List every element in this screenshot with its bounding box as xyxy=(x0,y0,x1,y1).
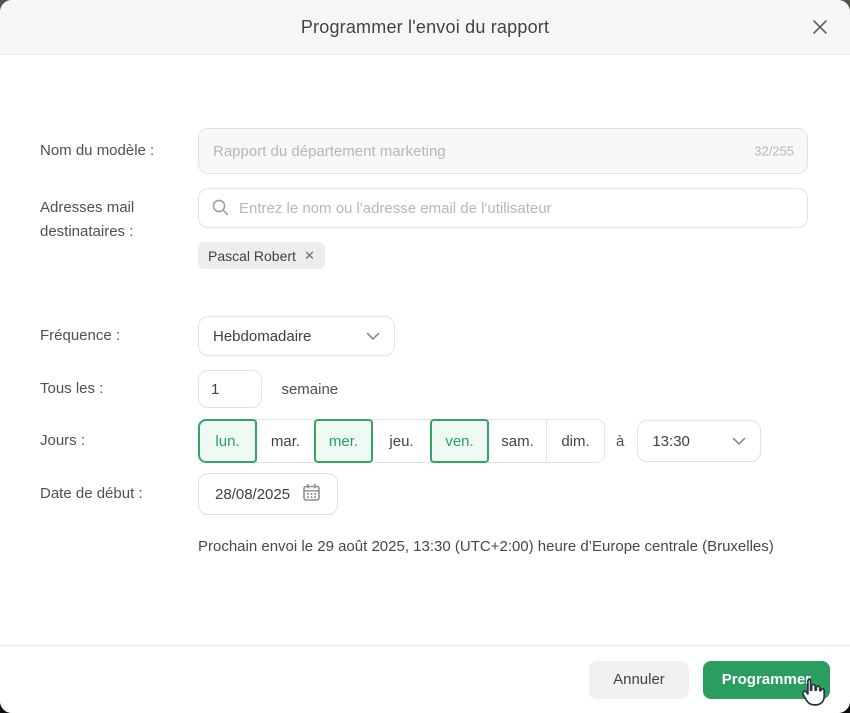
day-button-monday[interactable]: lun. xyxy=(198,419,257,463)
day-toggle-group: lun. mar. mer. jeu. ven. sam. dim. xyxy=(198,419,605,463)
calendar-icon xyxy=(302,483,321,506)
close-button[interactable] xyxy=(806,14,834,42)
template-name-row: Nom du modèle : 32/255 xyxy=(40,128,808,174)
template-name-input[interactable] xyxy=(198,128,808,174)
days-row: Jours : lun. mar. mer. jeu. ven. sam. di… xyxy=(40,419,808,463)
next-send-row: Prochain envoi le 29 août 2025, 13:30 (U… xyxy=(40,538,808,556)
start-date-picker[interactable]: 28/08/2025 xyxy=(198,473,339,515)
days-label: Jours : xyxy=(40,432,86,449)
interval-row: Tous les : semaine xyxy=(40,370,808,408)
recipient-chips: Pascal Robert ✕ xyxy=(198,242,808,269)
frequency-row: Fréquence : Hebdomadaire xyxy=(40,316,808,356)
start-date-row: Date de début : 28/08/2025 xyxy=(40,473,808,515)
time-value: 13:30 xyxy=(652,432,690,450)
start-date-label: Date de début : xyxy=(40,485,143,502)
time-select[interactable]: 13:30 xyxy=(637,420,762,462)
recipient-chip: Pascal Robert ✕ xyxy=(198,242,325,269)
frequency-select[interactable]: Hebdomadaire xyxy=(198,316,395,356)
day-button-saturday[interactable]: sam. xyxy=(488,419,547,463)
next-send-note: Prochain envoi le 29 août 2025, 13:30 (U… xyxy=(198,538,774,555)
char-counter: 32/255 xyxy=(754,143,794,159)
chevron-down-icon xyxy=(732,433,746,450)
dialog-header: Programmer l'envoi du rapport xyxy=(0,0,850,55)
day-button-wednesday[interactable]: mer. xyxy=(314,419,373,463)
close-icon xyxy=(812,19,828,38)
search-icon xyxy=(211,198,230,222)
day-button-friday[interactable]: ven. xyxy=(430,419,489,463)
interval-unit-label: semaine xyxy=(281,380,339,398)
start-date-value: 28/08/2025 xyxy=(215,485,291,503)
day-button-sunday[interactable]: dim. xyxy=(546,419,605,463)
dialog-title: Programmer l'envoi du rapport xyxy=(300,16,550,37)
recipients-row: Adresses mail destinataires : Pascal Rob… xyxy=(40,188,808,269)
interval-label: Tous les : xyxy=(40,380,104,397)
dialog-footer: Annuler Programmer xyxy=(0,645,850,713)
recipient-chip-name: Pascal Robert xyxy=(208,247,296,264)
chip-remove-icon[interactable]: ✕ xyxy=(304,249,315,262)
day-button-thursday[interactable]: jeu. xyxy=(372,419,431,463)
schedule-report-dialog: Programmer l'envoi du rapport Nom du mod… xyxy=(0,0,850,713)
recipients-label: Adresses mail destinataires : xyxy=(40,199,135,240)
day-button-tuesday[interactable]: mar. xyxy=(256,419,315,463)
recipient-search-input[interactable] xyxy=(198,188,808,228)
frequency-value: Hebdomadaire xyxy=(213,327,312,345)
interval-input[interactable] xyxy=(198,370,262,408)
at-label: à xyxy=(616,432,625,450)
template-name-label: Nom du modèle : xyxy=(40,142,155,159)
dialog-body: Nom du modèle : 32/255 Adresses mail des… xyxy=(0,55,850,645)
frequency-label: Fréquence : xyxy=(40,327,121,344)
chevron-down-icon xyxy=(366,328,380,345)
submit-button[interactable]: Programmer xyxy=(702,660,830,699)
cancel-button[interactable]: Annuler xyxy=(589,660,689,699)
